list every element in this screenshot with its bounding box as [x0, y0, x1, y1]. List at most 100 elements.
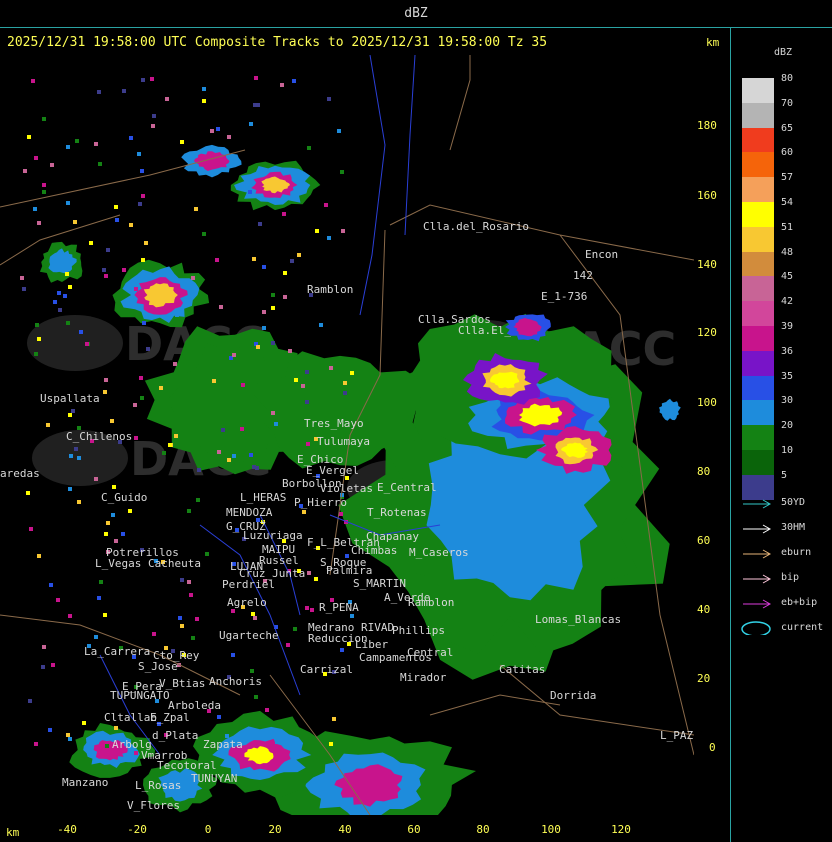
radar-map[interactable]: DACCDACCDACCDACCClla.del_RosarioEncon142…: [0, 55, 694, 815]
dbz-level-label: 30: [781, 395, 794, 407]
map-place-label: Encon: [585, 248, 618, 261]
echo-speckle: [340, 170, 344, 174]
echo-speckle: [271, 411, 275, 415]
echo-speckle: [66, 145, 70, 149]
echo-speckle: [137, 152, 141, 156]
echo-speckle: [142, 321, 146, 325]
y-tick-label: 60: [697, 534, 711, 547]
echo-speckle: [73, 220, 77, 224]
track-legend-label: eb+bip: [781, 597, 818, 608]
map-place-label: Clla.El_: [458, 324, 511, 337]
echo-speckle: [94, 477, 98, 481]
echo-speckle: [327, 97, 331, 101]
echo-speckle: [37, 554, 41, 558]
map-place-label: Tulumaya: [317, 435, 370, 448]
dbz-swatch: [742, 152, 774, 178]
y-tick-label: 100: [697, 396, 717, 409]
echo-speckle: [247, 333, 251, 337]
echo-speckle: [56, 598, 60, 602]
map-place-label: E_1-736: [541, 290, 587, 303]
y-tick-label: 20: [697, 672, 711, 685]
echo-speckle: [50, 163, 54, 167]
radar-map-canvas[interactable]: DACCDACCDACCDACCClla.del_RosarioEncon142…: [0, 55, 694, 815]
echo-speckle: [332, 717, 336, 721]
boundary-line: [449, 55, 471, 151]
echo-speckle: [85, 342, 89, 346]
echo-speckle: [31, 79, 35, 83]
echo-speckle: [42, 190, 46, 194]
echo-speckle: [217, 450, 221, 454]
echo-speckle: [112, 485, 116, 489]
echo-speckle: [94, 142, 98, 146]
echo-speckle: [66, 321, 70, 325]
echo-speckle: [79, 330, 83, 334]
echo-speckle: [37, 337, 41, 341]
echo-speckle: [68, 737, 72, 741]
echo-speckle: [283, 271, 287, 275]
map-place-label: P_Hierro: [294, 496, 347, 509]
echo-contour: [659, 398, 681, 421]
dbz-level-label: 80: [781, 73, 794, 84]
echo-speckle: [288, 349, 292, 353]
dbz-swatch: [742, 177, 774, 202]
echo-speckle: [305, 606, 309, 610]
dbz-swatch: [742, 276, 774, 302]
dbz-swatch: [742, 450, 774, 475]
map-place-label: Lomas_Blancas: [535, 613, 621, 626]
echo-speckle: [104, 378, 108, 382]
echo-speckle: [94, 635, 98, 639]
echo-speckle: [134, 436, 138, 440]
y-tick-label: 80: [697, 465, 711, 478]
boundary-line: [429, 694, 561, 716]
echo-speckle: [77, 500, 81, 504]
dbz-swatch: [742, 226, 774, 252]
map-place-label: Luzuriaga: [243, 529, 303, 542]
echo-speckle: [282, 212, 286, 216]
y-tick-label: 160: [697, 189, 717, 202]
echo-speckle: [34, 156, 38, 160]
map-place-label: Cacheuta: [148, 557, 201, 570]
echo-speckle: [307, 571, 311, 575]
y-tick-label: 180: [697, 119, 717, 132]
echo-speckle: [122, 268, 126, 272]
echo-speckle: [111, 513, 115, 517]
echo-speckle: [178, 616, 182, 620]
current-ellipse-icon: [741, 621, 771, 635]
echo-speckle: [103, 613, 107, 617]
echo-speckle: [202, 87, 206, 91]
map-place-label: Perdriel: [222, 578, 275, 591]
dbz-swatch: [742, 425, 774, 450]
y-tick-label: 120: [697, 326, 717, 339]
echo-speckle: [275, 740, 279, 744]
echo-speckle: [343, 391, 347, 395]
map-place-label: Ramblon: [408, 596, 454, 609]
echo-speckle: [240, 427, 244, 431]
echo-speckle: [139, 376, 143, 380]
map-place-label: Agrelo: [227, 596, 267, 609]
echo-speckle: [35, 323, 39, 327]
track-legend-label: current: [781, 622, 824, 633]
echo-speckle: [215, 258, 219, 262]
echo-speckle: [159, 386, 163, 390]
echo-speckle: [254, 76, 258, 80]
echo-speckle: [34, 742, 38, 746]
echo-speckle: [63, 294, 67, 298]
echo-speckle: [42, 117, 46, 121]
map-place-label: V_Flores: [127, 799, 180, 812]
echo-speckle: [102, 268, 106, 272]
echo-speckle: [152, 632, 156, 636]
echo-speckle: [262, 265, 266, 269]
dbz-level-label: 10: [781, 445, 794, 456]
x-tick-label: 40: [338, 823, 352, 836]
echo-speckle: [256, 345, 260, 349]
track-arrow-icon: [743, 599, 772, 609]
dbz-swatch: [742, 202, 774, 227]
echo-speckle: [28, 699, 32, 703]
map-place-label: d_Plata: [152, 729, 198, 742]
map-place-label: Carrizal: [300, 663, 353, 676]
echo-speckle: [343, 381, 347, 385]
map-place-label: E_Central: [377, 481, 437, 494]
echo-speckle: [196, 498, 200, 502]
echo-speckle: [129, 136, 133, 140]
dbz-level-label: 39: [781, 321, 794, 332]
